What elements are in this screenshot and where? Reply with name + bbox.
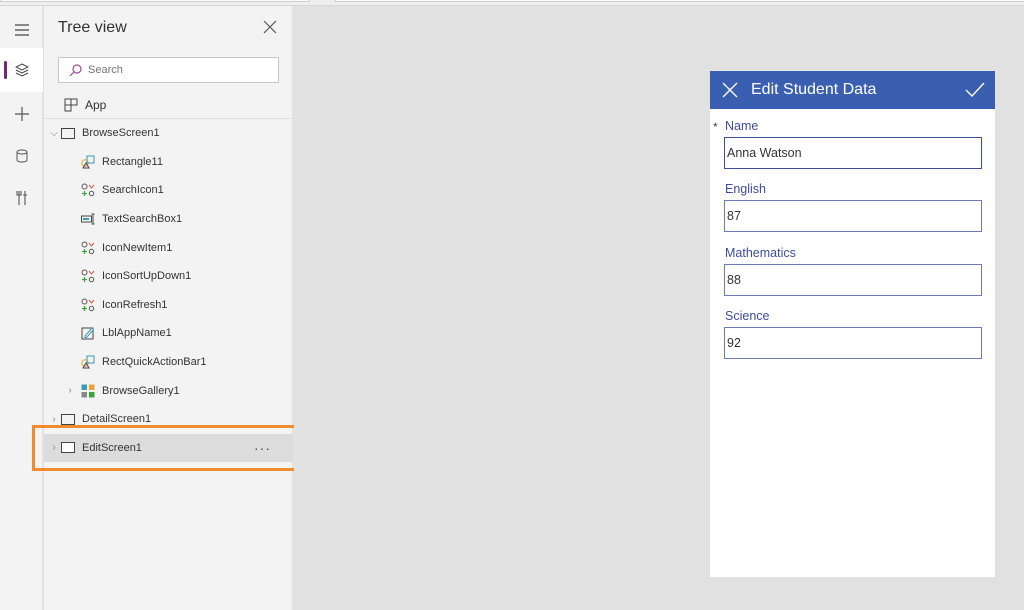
chevron-right-icon[interactable]: › bbox=[64, 385, 76, 396]
tree-view-button[interactable] bbox=[0, 48, 43, 92]
text-input-icon bbox=[80, 212, 96, 226]
toolbar-box-left bbox=[0, 0, 310, 2]
tree-node-browsegallery1[interactable]: › BrowseGallery1 bbox=[44, 376, 293, 405]
icons-control-icon bbox=[80, 183, 96, 197]
tree-list: ⌵ BrowseScreen1 Rectangle11 SearchIcon1 … bbox=[44, 119, 293, 463]
shape-icon bbox=[80, 355, 96, 369]
field-label: English bbox=[725, 182, 766, 196]
node-label: Rectangle11 bbox=[102, 155, 163, 168]
screen-icon bbox=[60, 441, 76, 455]
search-icon bbox=[69, 63, 82, 76]
chevron-right-icon[interactable]: › bbox=[48, 414, 60, 425]
node-label: LblAppName1 bbox=[102, 327, 172, 340]
icons-control-icon bbox=[80, 241, 96, 255]
field-label: Mathematics bbox=[725, 246, 796, 260]
tools-icon bbox=[15, 191, 27, 205]
icons-control-icon bbox=[80, 298, 96, 312]
name-input[interactable] bbox=[724, 137, 982, 169]
mathematics-input[interactable] bbox=[724, 264, 982, 296]
tree-node-rectangle11[interactable]: Rectangle11 bbox=[44, 148, 293, 177]
toolbar-box-right bbox=[335, 0, 1024, 2]
tree-node-textsearchbox1[interactable]: TextSearchBox1 bbox=[44, 205, 293, 234]
node-label: IconSortUpDown1 bbox=[102, 270, 192, 283]
gallery-icon bbox=[80, 384, 96, 398]
node-label: IconRefresh1 bbox=[102, 298, 168, 311]
chevron-down-icon[interactable]: ⌵ bbox=[48, 128, 60, 139]
node-label: IconNewItem1 bbox=[102, 241, 173, 254]
add-icon bbox=[14, 107, 29, 121]
field-mathematics: Mathematics bbox=[724, 246, 982, 296]
checkmark-icon[interactable] bbox=[965, 82, 985, 98]
app-icon bbox=[64, 98, 78, 111]
field-name: * Name bbox=[713, 119, 982, 169]
menu-icon bbox=[14, 24, 29, 36]
node-label: EditScreen1 bbox=[82, 441, 142, 454]
data-button[interactable] bbox=[0, 134, 43, 178]
app-label: App bbox=[85, 97, 107, 112]
field-science: Science bbox=[724, 309, 982, 359]
node-label: TextSearchBox1 bbox=[102, 213, 183, 226]
node-label: DetailScreen1 bbox=[82, 413, 152, 426]
node-label: SearchIcon1 bbox=[102, 184, 164, 197]
form-header: Edit Student Data bbox=[710, 71, 995, 109]
tree-node-detailscreen1[interactable]: › DetailScreen1 bbox=[44, 405, 293, 434]
menu-button[interactable] bbox=[0, 8, 43, 52]
tools-button[interactable] bbox=[0, 176, 43, 220]
required-marker: * bbox=[713, 120, 718, 134]
tree-search-box[interactable] bbox=[58, 57, 279, 83]
label-icon bbox=[80, 326, 96, 340]
field-english: English bbox=[724, 182, 982, 232]
node-label: BrowseScreen1 bbox=[82, 127, 160, 140]
tree-node-iconrefresh1[interactable]: IconRefresh1 bbox=[44, 291, 293, 320]
tree-node-searchicon1[interactable]: SearchIcon1 bbox=[44, 176, 293, 205]
node-label: RectQuickActionBar1 bbox=[102, 356, 207, 369]
form-title: Edit Student Data bbox=[751, 81, 877, 98]
icons-control-icon bbox=[80, 269, 96, 283]
tree-node-iconsortupdown1[interactable]: IconSortUpDown1 bbox=[44, 262, 293, 291]
close-icon[interactable] bbox=[262, 19, 278, 35]
english-input[interactable] bbox=[724, 200, 982, 232]
field-label: Name bbox=[725, 119, 759, 133]
shape-icon bbox=[80, 155, 96, 169]
layers-icon bbox=[14, 63, 29, 77]
tree-node-rectquickactionbar1[interactable]: RectQuickActionBar1 bbox=[44, 348, 293, 377]
edit-screen-preview: Edit Student Data * Name English Mathema… bbox=[710, 71, 995, 577]
tree-view-title: Tree view bbox=[58, 19, 127, 36]
left-rail bbox=[0, 6, 43, 610]
tree-item-app[interactable]: App bbox=[44, 91, 293, 119]
tree-node-browsescreen1[interactable]: ⌵ BrowseScreen1 bbox=[44, 119, 293, 148]
tree-node-editscreen1[interactable]: › EditScreen1 ··· bbox=[44, 433, 293, 463]
chevron-right-icon[interactable]: › bbox=[48, 442, 60, 453]
tree-view-header: Tree view bbox=[44, 6, 292, 50]
tree-node-lblappname1[interactable]: LblAppName1 bbox=[44, 319, 293, 348]
insert-button[interactable] bbox=[0, 92, 43, 136]
science-input[interactable] bbox=[724, 327, 982, 359]
tree-view-panel: Tree view App ⌵ BrowseScreen1 Rectangle1… bbox=[44, 6, 293, 610]
tree-node-iconnewitem1[interactable]: IconNewItem1 bbox=[44, 233, 293, 262]
close-icon[interactable] bbox=[722, 82, 738, 98]
search-input[interactable] bbox=[88, 64, 268, 76]
node-label: BrowseGallery1 bbox=[102, 384, 180, 397]
data-icon bbox=[16, 149, 27, 163]
screen-icon bbox=[60, 126, 76, 140]
more-options-button[interactable]: ··· bbox=[254, 440, 271, 456]
field-label: Science bbox=[725, 309, 770, 323]
screen-icon bbox=[60, 412, 76, 426]
